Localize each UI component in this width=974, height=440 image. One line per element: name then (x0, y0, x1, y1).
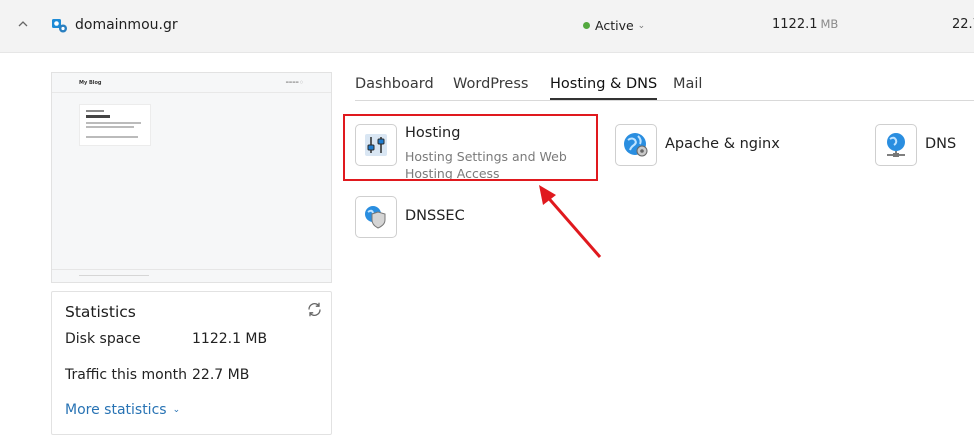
tab-mail[interactable]: Mail (673, 76, 702, 98)
website-preview[interactable]: My Blog ▬▬▬▬ ○ (51, 72, 332, 283)
apache-nginx-icon[interactable] (615, 124, 657, 166)
dnssec-label[interactable]: DNSSEC (405, 208, 465, 224)
domain-row[interactable]: domainmou.gr Active ⌄ 1122.1MB 22.7 (0, 0, 974, 53)
preview-blog-title: My Blog (79, 80, 102, 86)
apache-nginx-label[interactable]: Apache & nginx (665, 136, 780, 152)
tab-bar: Dashboard WordPress Hosting & DNS Mail (355, 74, 974, 101)
traffic-label: Traffic this month (65, 367, 187, 383)
traffic-value: 22.7 (952, 17, 974, 32)
preview-text-line (86, 136, 138, 138)
disk-usage: 1122.1 MB (772, 17, 838, 32)
preview-divider (52, 92, 331, 93)
preview-nav: ▬▬▬▬ ○ (285, 80, 303, 84)
chevron-up-icon[interactable] (17, 18, 29, 30)
tab-hosting-dns[interactable]: Hosting & DNS (550, 76, 658, 100)
preview-post-meta (86, 110, 104, 112)
refresh-icon[interactable] (306, 301, 323, 318)
annotation-highlight-box (343, 114, 598, 181)
preview-post-title (86, 115, 110, 118)
preview-text-line (86, 122, 141, 124)
dnssec-shield-icon[interactable] (355, 196, 397, 238)
status-dot-icon (583, 22, 590, 29)
tab-dashboard[interactable]: Dashboard (355, 76, 434, 98)
domain-name-link[interactable]: domainmou.gr (75, 17, 178, 33)
tab-wordpress[interactable]: WordPress (453, 76, 528, 98)
status-dropdown[interactable]: Active ⌄ (583, 18, 645, 33)
disk-space-label: Disk space (65, 331, 141, 347)
preview-text-line (86, 126, 134, 128)
statistics-card: Statistics Disk space 1122.1 MB Traffic … (51, 291, 332, 435)
more-statistics-link[interactable]: More statistics ⌄ (65, 402, 180, 418)
disk-usage-unit: MB (820, 17, 839, 31)
statistics-title: Statistics (65, 303, 136, 321)
more-statistics-label: More statistics (65, 402, 167, 418)
chevron-down-icon: ⌄ (637, 20, 646, 31)
preview-footer-text (79, 275, 149, 276)
annotation-arrow-icon (539, 185, 602, 258)
domain-globe-icon (52, 19, 67, 33)
preview-footer-divider (52, 269, 331, 270)
disk-usage-value: 1122.1 (772, 17, 818, 32)
dns-label[interactable]: DNS (925, 136, 956, 152)
status-label: Active (595, 18, 634, 33)
chevron-down-icon: ⌄ (172, 405, 181, 415)
traffic-value-stat: 22.7 MB (192, 367, 250, 383)
dns-icon[interactable] (875, 124, 917, 166)
preview-post (79, 104, 151, 146)
disk-space-value: 1122.1 MB (192, 331, 268, 347)
